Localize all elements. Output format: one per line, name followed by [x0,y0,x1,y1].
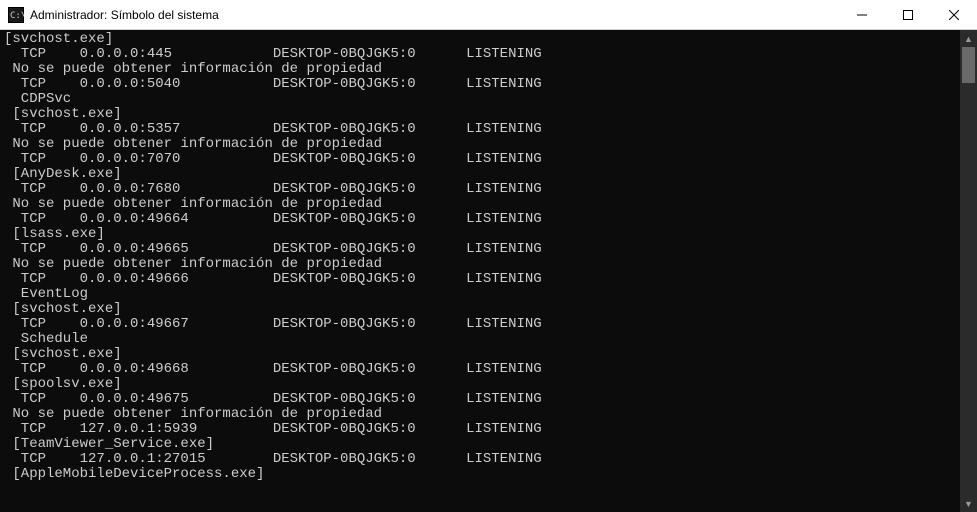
console-line: [AppleMobileDeviceProcess.exe] [4,467,960,482]
console-line: No se puede obtener información de propi… [4,407,960,422]
console-line: [AnyDesk.exe] [4,167,960,182]
console-line: No se puede obtener información de propi… [4,257,960,272]
console-line: TCP 0.0.0.0:7070 DESKTOP-0BQJGK5:0 LISTE… [4,152,960,167]
console-line: [spoolsv.exe] [4,377,960,392]
console-output[interactable]: [svchost.exe] TCP 0.0.0.0:445 DESKTOP-0B… [0,30,960,512]
console-line: TCP 0.0.0.0:49666 DESKTOP-0BQJGK5:0 LIST… [4,272,960,287]
console-line: [svchost.exe] [4,107,960,122]
close-button[interactable] [931,0,977,29]
scroll-down-arrow[interactable]: ▼ [960,495,977,512]
console-line: EventLog [4,287,960,302]
console-line: [lsass.exe] [4,227,960,242]
console-line: [svchost.exe] [4,347,960,362]
console-line: TCP 0.0.0.0:49675 DESKTOP-0BQJGK5:0 LIST… [4,392,960,407]
console-line: No se puede obtener información de propi… [4,197,960,212]
console-line: CDPSvc [4,92,960,107]
scroll-thumb[interactable] [962,47,975,83]
window-controls [839,0,977,29]
cmd-icon: C:\ [8,7,24,23]
console-line: TCP 0.0.0.0:7680 DESKTOP-0BQJGK5:0 LISTE… [4,182,960,197]
console-line: TCP 0.0.0.0:445 DESKTOP-0BQJGK5:0 LISTEN… [4,47,960,62]
titlebar[interactable]: C:\ Administrador: Símbolo del sistema [0,0,977,30]
console-line: [svchost.exe] [4,32,960,47]
svg-text:C:\: C:\ [10,11,24,21]
console-line: TCP 127.0.0.1:5939 DESKTOP-0BQJGK5:0 LIS… [4,422,960,437]
console-line: No se puede obtener información de propi… [4,137,960,152]
console-line: TCP 0.0.0.0:49667 DESKTOP-0BQJGK5:0 LIST… [4,317,960,332]
console-line: TCP 0.0.0.0:49664 DESKTOP-0BQJGK5:0 LIST… [4,212,960,227]
console-line: TCP 127.0.0.1:27015 DESKTOP-0BQJGK5:0 LI… [4,452,960,467]
minimize-button[interactable] [839,0,885,29]
console-line: [TeamViewer_Service.exe] [4,437,960,452]
console-line: TCP 0.0.0.0:49665 DESKTOP-0BQJGK5:0 LIST… [4,242,960,257]
console-line: [svchost.exe] [4,302,960,317]
maximize-button[interactable] [885,0,931,29]
console-line: No se puede obtener información de propi… [4,62,960,77]
console-line: TCP 0.0.0.0:5040 DESKTOP-0BQJGK5:0 LISTE… [4,77,960,92]
scroll-up-arrow[interactable]: ▲ [960,30,977,47]
window-title: Administrador: Símbolo del sistema [30,8,839,22]
console-line: Schedule [4,332,960,347]
console-area: [svchost.exe] TCP 0.0.0.0:445 DESKTOP-0B… [0,30,977,512]
console-line: TCP 0.0.0.0:5357 DESKTOP-0BQJGK5:0 LISTE… [4,122,960,137]
scrollbar[interactable]: ▲ ▼ [960,30,977,512]
console-line: TCP 0.0.0.0:49668 DESKTOP-0BQJGK5:0 LIST… [4,362,960,377]
